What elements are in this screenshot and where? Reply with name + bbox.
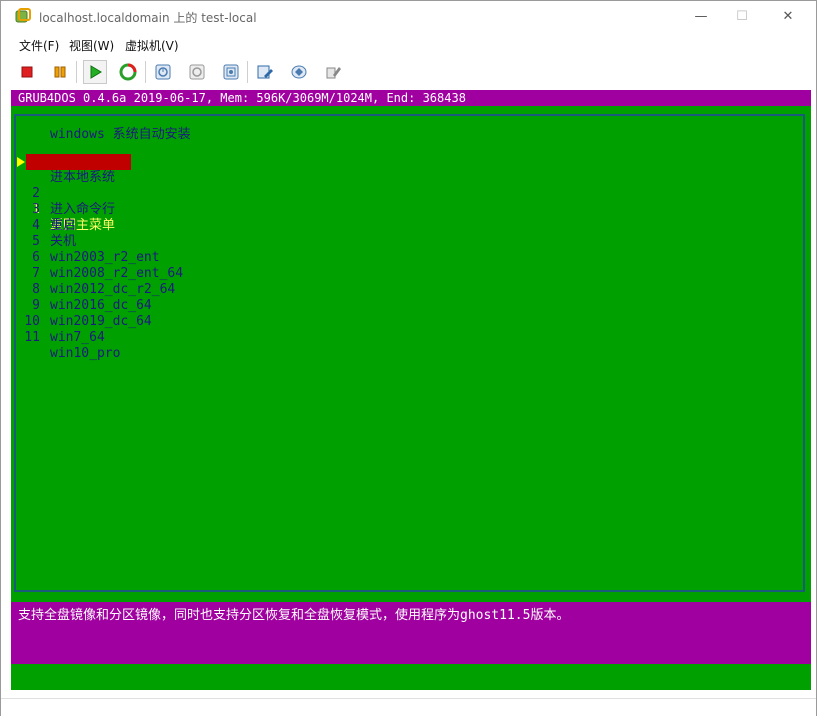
menu-file[interactable]: 文件(F): [19, 37, 59, 54]
toolbar-separator: [145, 61, 146, 83]
vm-settings-icon: [257, 65, 273, 79]
menu-vm[interactable]: 虚拟机(V): [125, 37, 179, 54]
pause-button[interactable]: [48, 60, 72, 84]
window-title: localhost.localdomain 上的 test-local: [39, 11, 257, 25]
stop-button[interactable]: [15, 60, 39, 84]
power-on-button[interactable]: [83, 60, 107, 84]
snapshot-manager-button[interactable]: [219, 60, 243, 84]
boot-menu-item[interactable]: 11 win10_pro: [11, 314, 211, 361]
boot-menu-item[interactable]: 6 win2008_r2_ent_64: [11, 234, 211, 281]
boot-menu-item-selected[interactable]: 1 返回主菜单: [11, 154, 211, 233]
menu-bar: 文件(F) 视图(W) 虚拟机(V): [1, 34, 816, 56]
snapshot-manager-icon: [223, 64, 239, 80]
boot-menu-item[interactable]: 0 进本地系统: [11, 138, 211, 185]
preferences-button[interactable]: [321, 60, 345, 84]
boot-menu-item-label: win7_64: [50, 330, 105, 345]
entry-description-bar: 支持全盘镜像和分区镜像，同时也支持分区恢复和全盘恢复模式，使用程序为ghost1…: [11, 602, 811, 664]
boot-menu-item-label: win10_pro: [50, 346, 121, 361]
take-snapshot-button[interactable]: [151, 60, 175, 84]
title-bar[interactable]: localhost.localdomain 上的 test-local — ☐ …: [1, 1, 816, 33]
boot-menu-item[interactable]: 8 win2016_dc_64: [11, 266, 211, 313]
pause-icon: [54, 66, 66, 78]
selection-highlight: [26, 154, 131, 170]
install-tools-button[interactable]: [287, 60, 311, 84]
boot-menu-item[interactable]: 3 重启: [11, 186, 211, 233]
boot-menu-item[interactable]: 2 进入命令行: [11, 170, 211, 217]
install-tools-icon: [291, 65, 307, 79]
stop-icon: [21, 66, 33, 78]
grub-header-bar: GRUB4DOS 0.4.6a 2019-06-17, Mem: 596K/30…: [11, 90, 811, 106]
entry-description: 支持全盘镜像和分区镜像，同时也支持分区恢复和全盘恢复模式，使用程序为ghost1…: [18, 608, 570, 623]
toolbar: [1, 57, 816, 87]
status-bar: [1, 698, 816, 717]
preferences-icon: [326, 67, 341, 79]
boot-menu-item[interactable]: 7 win2012_dc_r2_64: [11, 250, 211, 297]
toolbar-separator: [76, 61, 77, 83]
boot-menu-item[interactable]: 4 关机: [11, 202, 211, 249]
vm-console-screen[interactable]: GRUB4DOS 0.4.6a 2019-06-17, Mem: 596K/30…: [11, 90, 811, 690]
menu-view[interactable]: 视图(W): [69, 37, 114, 54]
boot-menu-item[interactable]: 10 win7_64: [11, 298, 211, 345]
close-button[interactable]: ✕: [765, 1, 811, 31]
snapshot-take-icon: [155, 64, 171, 80]
vm-console-window: localhost.localdomain 上的 test-local — ☐ …: [0, 0, 817, 717]
revert-snapshot-button[interactable]: [185, 60, 209, 84]
boot-menu-item-number: 11: [24, 330, 40, 345]
selection-arrow-icon: [17, 157, 25, 167]
snapshot-revert-icon: [189, 64, 205, 80]
reset-icon: [119, 63, 137, 81]
reset-button[interactable]: [116, 60, 140, 84]
minimize-button[interactable]: —: [678, 1, 724, 31]
play-icon: [90, 65, 102, 79]
vm-settings-button[interactable]: [253, 60, 277, 84]
vmware-app-icon: [15, 8, 31, 24]
boot-menu-item[interactable]: 9 win2019_dc_64: [11, 282, 211, 329]
maximize-button[interactable]: ☐: [719, 1, 765, 31]
boot-menu-item[interactable]: 5 win2003_r2_ent: [11, 218, 211, 265]
toolbar-separator: [247, 61, 248, 83]
grub-header-text: GRUB4DOS 0.4.6a 2019-06-17, Mem: 596K/30…: [18, 91, 466, 105]
